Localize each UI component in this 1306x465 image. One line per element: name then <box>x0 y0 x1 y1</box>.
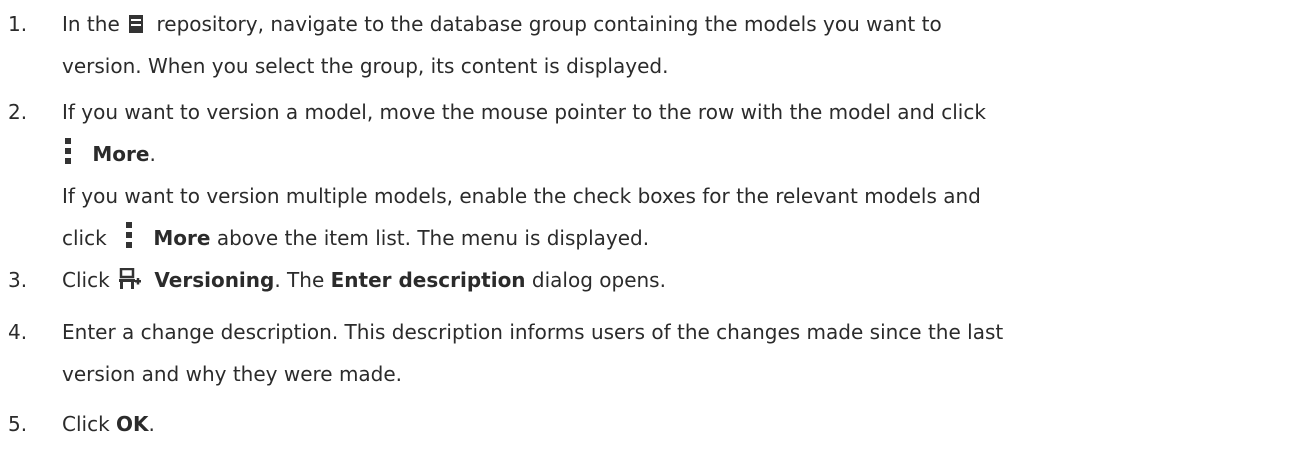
step-body: In the repository, navigate to the datab… <box>62 8 1294 92</box>
step-text: . <box>149 142 156 166</box>
step-text: click <box>62 226 107 250</box>
step-text: . The <box>274 268 325 292</box>
step-line: Click Versioning. The Enter description … <box>62 264 1294 306</box>
step-body: Enter a change description. This descrip… <box>62 316 1294 400</box>
versioning-icon <box>118 268 142 290</box>
step-number: 5. <box>8 412 28 436</box>
ok-label: OK <box>116 412 149 436</box>
step-body: Click OK. <box>62 408 1294 450</box>
step-text: . <box>148 412 155 436</box>
more-label: More <box>153 226 211 250</box>
step-text: Click <box>62 268 110 292</box>
step-line: Click OK. <box>62 408 1294 450</box>
instruction-steps: 1. In the repository, navigate to the da… <box>0 0 1306 465</box>
step-text: If you want to version multiple models, … <box>62 184 981 208</box>
step-body: If you want to version a model, move the… <box>62 96 1294 264</box>
step-body: Click Versioning. The Enter description … <box>62 264 1294 306</box>
step-text: dialog opens. <box>531 268 666 292</box>
step-text: version and why they were made. <box>62 362 403 386</box>
step-number: 2. <box>8 100 28 124</box>
more-label: More <box>92 142 150 166</box>
step-number: 1. <box>8 12 28 36</box>
dialog-name: Enter description <box>330 268 526 292</box>
step-text: repository, navigate to the database gro… <box>156 12 942 36</box>
versioning-label: Versioning <box>154 268 275 292</box>
repository-icon <box>128 14 144 34</box>
step-number: 4. <box>8 320 28 344</box>
step-line: More. <box>62 138 1294 180</box>
step-line: Enter a change description. This descrip… <box>62 316 1294 358</box>
step-line: version and why they were made. <box>62 358 1294 400</box>
step-text: In the <box>62 12 120 36</box>
step-text: If you want to version a model, move the… <box>62 100 986 124</box>
step-line: version. When you select the group, its … <box>62 50 1294 92</box>
step-text: above the item list. The menu is display… <box>216 226 650 250</box>
more-icon <box>64 138 72 164</box>
step-number: 3. <box>8 268 28 292</box>
step-text: Click <box>62 412 110 436</box>
step-line: If you want to version a model, move the… <box>62 96 1294 138</box>
more-icon <box>125 222 133 248</box>
step-text: Enter a change description. This descrip… <box>62 320 1004 344</box>
step-line: click More above the item list. The menu… <box>62 222 1294 264</box>
step-line: In the repository, navigate to the datab… <box>62 8 1294 50</box>
step-line: If you want to version multiple models, … <box>62 180 1294 222</box>
step-text: version. When you select the group, its … <box>62 54 669 78</box>
